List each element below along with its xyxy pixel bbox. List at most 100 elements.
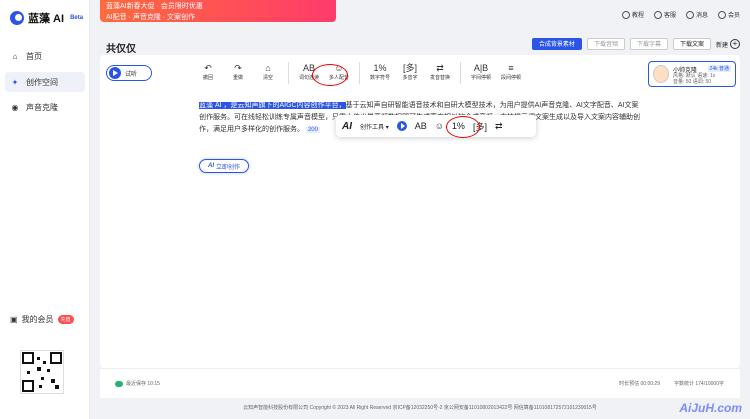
toolbar: ↶ 撤回 ↷ 重做 ⌂ 清空 AB 词句连读 ☺ 多人配音 1% 数字符号 [多] 多音字 ⇄… <box>198 62 521 84</box>
sidebar-item-label: 声音克隆 <box>26 102 58 112</box>
voice-params: 风格: 默认 语速: 1x 音量: 50 语调: 50 <box>673 73 733 85</box>
top-link-label: 会员 <box>727 13 740 19</box>
recharge-badge: 充值 <box>57 315 74 324</box>
download-script-button[interactable]: 下载文案 <box>672 38 711 50</box>
beta-badge: Beta <box>70 15 84 21</box>
voice-tone: 语调: 50 <box>692 79 712 85</box>
trial-label: 试听 <box>125 71 138 78</box>
sidebar-item-label: 首页 <box>26 51 42 61</box>
tool-label: 撤回 <box>202 75 213 81</box>
highlight-ring <box>312 64 348 86</box>
top-bar: 蓝藻AI新春大促 · 会员限时优惠 AI配音 · 声音克隆 · 文案创作 教程 … <box>90 0 750 30</box>
tool-replace[interactable]: ⇄ 发音替换 <box>430 62 450 84</box>
top-link-vip[interactable]: 会员 <box>717 10 740 19</box>
sidebar-item-home[interactable]: ⌂ 首页 <box>5 46 85 66</box>
char-statistics: 字数统计 174/10000字 <box>673 381 724 387</box>
top-link-message[interactable]: 消息 <box>685 10 708 19</box>
dropdown-label: 创作工具 <box>360 124 385 131</box>
tool-label: 清空 <box>262 75 273 81</box>
vip-label: 我的会员 <box>21 315 54 324</box>
toolbar-divider <box>359 62 360 84</box>
chevron-down-icon: ▾ <box>385 124 389 131</box>
clear-icon: ⌂ <box>265 63 271 73</box>
tool-polyphone[interactable]: [多] 多音字 <box>400 62 420 84</box>
message-icon <box>685 10 694 19</box>
save-status: 最近保存 10:15 <box>115 380 160 387</box>
vip-icon <box>717 10 726 19</box>
toolbar-divider <box>460 62 461 84</box>
promo-banner[interactable]: 蓝藻AI新春大促 · 会员限时优惠 AI配音 · 声音克隆 · 文案创作 <box>100 0 336 22</box>
voice-volume: 音量: 50 <box>673 79 692 85</box>
avatar <box>653 65 669 83</box>
logo-icon <box>10 11 24 25</box>
tool-label: 段间停顿 <box>501 75 522 81</box>
tool-label: 发音替换 <box>430 75 451 81</box>
top-link-label: 教程 <box>631 13 644 19</box>
create-label: 立即创作 <box>215 164 240 171</box>
number-icon: 1% <box>373 63 387 73</box>
brand-name: 蓝藻 AI <box>28 13 65 25</box>
plus-icon: + <box>730 39 740 49</box>
replace-icon[interactable]: ⇄ <box>495 121 503 132</box>
create-tools-dropdown[interactable]: 创作工具 ▾ <box>360 122 389 131</box>
tool-undo[interactable]: ↶ 撤回 <box>198 62 218 84</box>
tool-clear[interactable]: ⌂ 清空 <box>258 62 278 84</box>
sidebar-item-label: 创作空间 <box>26 77 58 87</box>
ai-logo-icon: AI <box>207 163 214 169</box>
watermark: AiJuH.com <box>679 401 742 415</box>
char-pause-icon: A|B <box>473 63 489 73</box>
home-icon: ⌂ <box>12 51 18 61</box>
tool-label: 字间停顿 <box>471 75 492 81</box>
sparkle-icon: ✦ <box>11 77 19 87</box>
new-button[interactable]: 新建 + <box>716 39 740 49</box>
brand-logo[interactable]: 蓝藻 AI Beta <box>10 10 83 26</box>
voice-tag: 24k 普通 <box>707 65 731 72</box>
page-title: 共仅仅 <box>106 44 136 55</box>
top-link-help[interactable]: 教程 <box>621 10 644 19</box>
link-read-icon[interactable]: AB <box>415 121 427 131</box>
qr-code <box>20 350 64 394</box>
download-audio-button[interactable]: 下载音频 <box>586 38 625 50</box>
tool-label: 重做 <box>232 75 243 81</box>
create-now-button[interactable]: AI 立即创作 <box>199 159 249 173</box>
vip-icon: ▣ <box>10 315 18 324</box>
editor-panel: 试听 ↶ 撤回 ↷ 重做 ⌂ 清空 AB 词句连读 ☺ 多人配音 1% 数字符号 [多] 多音… <box>100 55 740 368</box>
tool-redo[interactable]: ↷ 重做 <box>228 62 248 84</box>
replace-icon: ⇄ <box>436 63 444 73</box>
play-icon <box>109 67 121 79</box>
sidebar-item-creative-space[interactable]: ✦ 创作空间 <box>5 72 85 92</box>
ai-logo-icon: AI <box>342 120 352 132</box>
multi-voice-icon[interactable]: ☺ <box>435 121 444 131</box>
polyphone-icon: [多] <box>402 63 417 73</box>
selected-text[interactable]: 蓝藻 AI ，是云知声旗下的AIGC内容创作平台， <box>199 102 346 109</box>
duration-estimate: 时长预估 00:00:29 <box>619 381 660 387</box>
char-count-badge: 200 <box>305 127 320 133</box>
cloud-icon <box>115 380 123 387</box>
top-link-label: 客服 <box>663 13 676 19</box>
tool-number[interactable]: 1% 数字符号 <box>370 62 390 84</box>
para-pause-icon: ≡ <box>508 63 514 73</box>
banner-line: 蓝藻AI新春大促 · 会员限时优惠 <box>106 3 203 10</box>
tool-label: 数字符号 <box>370 75 391 81</box>
new-label: 新建 <box>715 42 728 49</box>
redo-icon: ↷ <box>234 63 242 73</box>
banner-line: AI配音 · 声音克隆 · 文案创作 <box>106 14 196 21</box>
floating-toolbar: AI 创作工具 ▾ AB ☺ 1% [多] ⇄ <box>336 115 536 137</box>
play-icon[interactable] <box>396 121 407 131</box>
compose-bg-button[interactable]: 合成背景素材 <box>531 38 582 50</box>
service-icon <box>653 10 662 19</box>
top-link-service[interactable]: 客服 <box>653 10 676 19</box>
download-subtitle-button[interactable]: 下载字幕 <box>629 38 668 50</box>
top-link-label: 消息 <box>695 13 708 19</box>
toolbar-divider <box>288 62 289 84</box>
trial-button[interactable]: 试听 <box>106 65 152 81</box>
sidebar-item-voice-clone[interactable]: ◉ 声音克隆 <box>5 97 85 117</box>
undo-icon: ↶ <box>204 63 212 73</box>
tool-label: 多音字 <box>402 75 418 81</box>
tool-para-pause[interactable]: ≡ 段间停顿 <box>501 62 521 84</box>
vip-entry[interactable]: ▣ 我的会员 充值 <box>10 314 74 325</box>
status-bar: 最近保存 10:15 时长预估 00:00:29 字数统计 174/10000字 <box>100 368 740 398</box>
tool-char-pause[interactable]: A|B 字间停顿 <box>471 62 491 84</box>
voice-card[interactable]: 小帅克隆 24k 普通 风格: 默认 语速: 1x 音量: 50 语调: 50 <box>648 61 736 87</box>
copyright: 云知声智能科技股份有限公司 Copyright © 2023 All Right… <box>243 405 597 411</box>
